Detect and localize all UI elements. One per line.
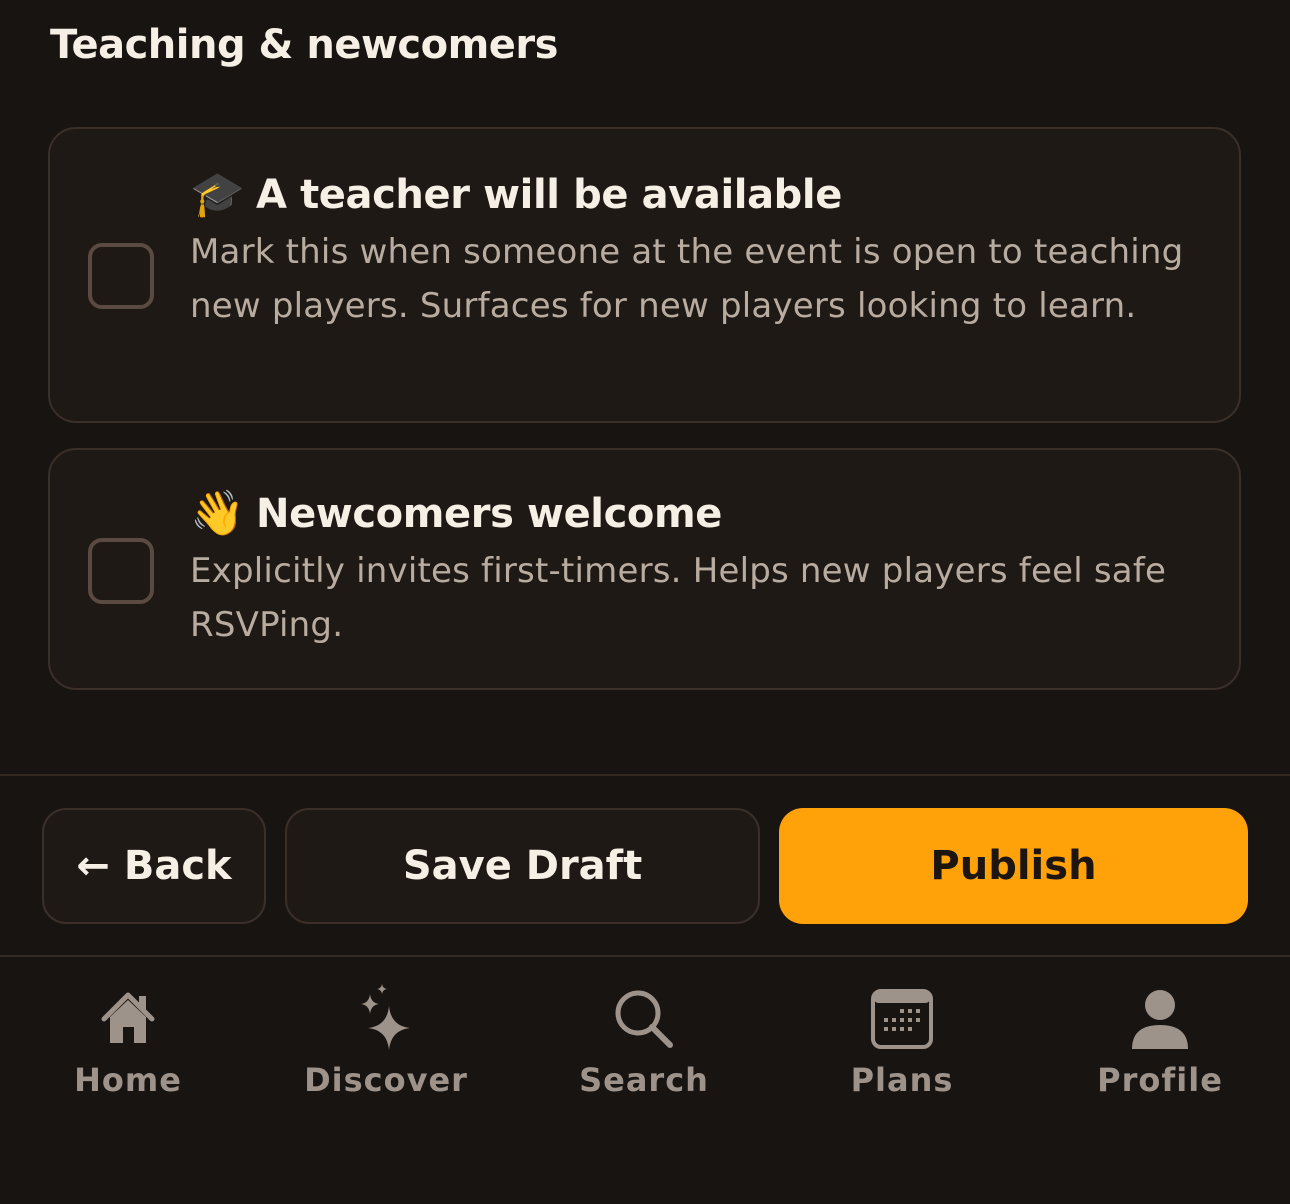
- option-card-newcomers-welcome[interactable]: 👋 Newcomers welcome Explicitly invites f…: [48, 448, 1241, 690]
- option-card-body: 👋 Newcomers welcome Explicitly invites f…: [190, 488, 1199, 652]
- save-draft-label: Save Draft: [402, 843, 643, 889]
- option-card-body: 🎓 A teacher will be available Mark this …: [190, 169, 1199, 333]
- search-icon: [604, 979, 684, 1059]
- tab-home[interactable]: Home: [8, 979, 248, 1099]
- tab-label: Home: [74, 1061, 182, 1099]
- arrow-left-icon: ←: [76, 843, 110, 889]
- save-draft-button[interactable]: Save Draft: [285, 808, 760, 924]
- publish-button[interactable]: Publish: [779, 808, 1248, 924]
- graduation-cap-icon: 🎓: [190, 169, 245, 220]
- sparkles-icon: [346, 979, 426, 1059]
- newcomers-welcome-checkbox[interactable]: [88, 538, 154, 604]
- back-button[interactable]: ← Back: [42, 808, 266, 924]
- bottom-tab-bar: Home Discover Search Plans Profile: [0, 957, 1290, 1204]
- option-title: A teacher will be available: [256, 172, 842, 218]
- option-card-teacher-available[interactable]: 🎓 A teacher will be available Mark this …: [48, 127, 1241, 423]
- tab-label: Plans: [850, 1061, 954, 1099]
- home-icon: [88, 979, 168, 1059]
- tab-search[interactable]: Search: [524, 979, 764, 1099]
- option-description: Mark this when someone at the event is o…: [190, 232, 1184, 326]
- option-title: Newcomers welcome: [256, 491, 723, 537]
- publish-label: Publish: [930, 843, 1097, 889]
- tab-profile[interactable]: Profile: [1040, 979, 1280, 1099]
- action-bar-divider: [0, 774, 1290, 776]
- tab-label: Search: [579, 1061, 709, 1099]
- teacher-available-checkbox[interactable]: [88, 243, 154, 309]
- tab-plans[interactable]: Plans: [782, 979, 1022, 1099]
- person-icon: [1120, 979, 1200, 1059]
- section-title: Teaching & newcomers: [50, 22, 558, 68]
- tab-label: Discover: [304, 1061, 468, 1099]
- tab-label: Profile: [1097, 1061, 1223, 1099]
- tab-discover[interactable]: Discover: [266, 979, 506, 1099]
- create-event-screen: Teaching & newcomers 🎓 A teacher will be…: [0, 0, 1290, 1204]
- option-card-header: 👋 Newcomers welcome: [190, 488, 1199, 540]
- calendar-icon: [862, 979, 942, 1059]
- waving-hand-icon: 👋: [190, 488, 245, 539]
- option-description: Explicitly invites first-timers. Helps n…: [190, 551, 1167, 645]
- back-button-label: Back: [123, 843, 232, 889]
- option-card-header: 🎓 A teacher will be available: [190, 169, 1199, 221]
